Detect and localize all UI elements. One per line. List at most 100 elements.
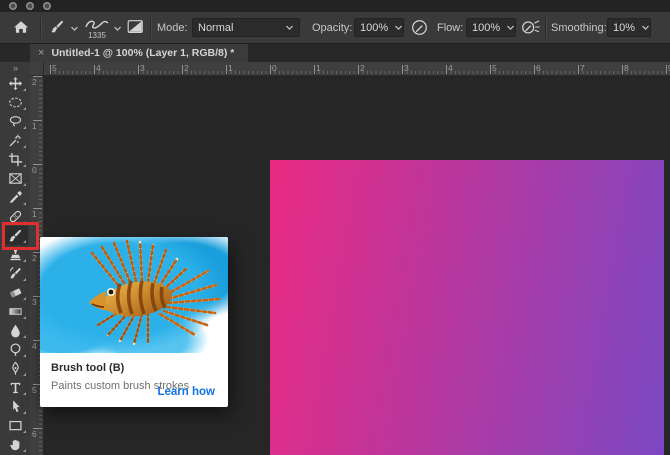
- vruler-label: 2: [32, 77, 37, 87]
- flow-label: Flow:: [437, 22, 463, 34]
- flyout-indicator: [23, 335, 26, 338]
- brush-tool[interactable]: [2, 226, 28, 245]
- hruler-label: 6: [536, 63, 541, 73]
- window-close-button[interactable]: [9, 2, 17, 10]
- hruler-label: 0: [272, 63, 277, 73]
- hruler-label: 4: [448, 63, 453, 73]
- brush-icon: [8, 228, 23, 243]
- horizontal-ruler: 543210123456789: [44, 62, 670, 76]
- flyout-indicator: [23, 411, 26, 414]
- eraser-tool[interactable]: [2, 283, 28, 302]
- frame-icon: [8, 171, 23, 186]
- hand-icon: [8, 437, 23, 452]
- flyout-indicator: [23, 240, 26, 243]
- history-brush-tool[interactable]: [2, 264, 28, 283]
- type-icon: [8, 380, 23, 395]
- flyout-indicator: [23, 449, 26, 452]
- rectangle-icon: [8, 418, 23, 433]
- current-tool-brush-icon[interactable]: [50, 19, 65, 34]
- crop-tool[interactable]: [2, 150, 28, 169]
- document-tab[interactable]: × Untitled-1 @ 100% (Layer 1, RGB/8) *: [30, 44, 248, 62]
- mode-label: Mode:: [157, 22, 188, 34]
- eyedropper-tool[interactable]: [2, 188, 28, 207]
- tab-close-icon[interactable]: ×: [38, 48, 44, 59]
- tooltip-title: Brush tool (B): [51, 362, 217, 374]
- vruler-label: 4: [32, 341, 37, 351]
- flyout-indicator: [23, 430, 26, 433]
- home-icon[interactable]: [12, 19, 30, 35]
- hruler-label: 5: [52, 63, 57, 73]
- options-bar: 1335 Mode: Normal Opacity: 100% Flow: 10…: [0, 12, 670, 44]
- eraser-icon: [8, 285, 23, 300]
- chevron-down-icon: [285, 25, 294, 31]
- flyout-indicator: [23, 297, 26, 300]
- toolbar-expand-button[interactable]: »: [13, 62, 17, 74]
- window-zoom-button[interactable]: [43, 2, 51, 10]
- flyout-indicator: [23, 354, 26, 357]
- tab-title: Untitled-1 @ 100% (Layer 1, RGB/8) *: [51, 47, 234, 59]
- tools-list: [2, 74, 28, 454]
- type-tool[interactable]: [2, 378, 28, 397]
- history-icon: [8, 266, 23, 281]
- brush-tool-tooltip: Brush tool (B) Paints custom brush strok…: [40, 237, 228, 407]
- blur-tool[interactable]: [2, 321, 28, 340]
- window-minimize-button[interactable]: [26, 2, 34, 10]
- move-tool[interactable]: [2, 74, 28, 93]
- dodge-tool[interactable]: [2, 340, 28, 359]
- smoothing-select[interactable]: 10%: [607, 18, 651, 37]
- blur-icon: [8, 323, 23, 338]
- tablet-pressure-opacity-icon[interactable]: [410, 19, 429, 36]
- window-titlebar: [0, 0, 670, 12]
- photoshop-window: 1335 Mode: Normal Opacity: 100% Flow: 10…: [0, 0, 670, 455]
- learn-how-link[interactable]: Learn how: [157, 386, 215, 398]
- lionfish-illustration: [40, 237, 228, 353]
- healing-icon: [8, 209, 23, 224]
- chevron-down-icon: [641, 25, 650, 31]
- flyout-indicator: [23, 126, 26, 129]
- hand-tool[interactable]: [2, 435, 28, 454]
- airbrush-icon[interactable]: [521, 19, 541, 35]
- vruler-label: 0: [32, 165, 37, 175]
- gradient-tool[interactable]: [2, 302, 28, 321]
- toggle-brush-settings-panel-icon[interactable]: [127, 19, 144, 34]
- blend-mode-select[interactable]: Normal: [192, 18, 300, 37]
- marquee-icon: [8, 95, 23, 110]
- pen-tool[interactable]: [2, 359, 28, 378]
- flyout-indicator: [23, 107, 26, 110]
- marquee-tool[interactable]: [2, 93, 28, 112]
- flow-value: 100%: [472, 22, 500, 34]
- path-selection-tool[interactable]: [2, 397, 28, 416]
- hruler-label: 1: [316, 63, 321, 73]
- hruler-label: 7: [580, 63, 585, 73]
- vruler-label: 6: [32, 429, 37, 439]
- frame-tool[interactable]: [2, 169, 28, 188]
- clone-stamp-tool[interactable]: [2, 245, 28, 264]
- rectangle-tool[interactable]: [2, 416, 28, 435]
- document-tab-bar: × Untitled-1 @ 100% (Layer 1, RGB/8) *: [0, 44, 670, 62]
- opacity-select[interactable]: 100%: [354, 18, 404, 37]
- hruler-label: 3: [140, 63, 145, 73]
- brush-preset-size: 1335: [83, 31, 111, 40]
- chevron-down-icon: [394, 25, 403, 31]
- separator: [150, 17, 152, 38]
- hruler-label: 3: [404, 63, 409, 73]
- hruler-label: 2: [360, 63, 365, 73]
- document-canvas[interactable]: [270, 160, 664, 455]
- hruler-label: 1: [228, 63, 233, 73]
- tool-strip: »: [0, 62, 30, 455]
- flow-select[interactable]: 100%: [466, 18, 516, 37]
- tool-preset-chevron-icon[interactable]: [70, 26, 79, 32]
- flyout-indicator: [23, 373, 26, 376]
- wand-icon: [8, 133, 23, 148]
- dodge-icon: [8, 342, 23, 357]
- vruler-label: 1: [32, 121, 37, 131]
- vruler-label: 5: [32, 385, 37, 395]
- clone-icon: [8, 247, 23, 262]
- flyout-indicator: [23, 145, 26, 148]
- object-selection-tool[interactable]: [2, 131, 28, 150]
- brush-preset-icon[interactable]: [84, 18, 112, 30]
- lasso-tool[interactable]: [2, 112, 28, 131]
- brush-preset-chevron-icon[interactable]: [113, 26, 122, 32]
- spot-healing-brush-tool[interactable]: [2, 207, 28, 226]
- flyout-indicator: [23, 164, 26, 167]
